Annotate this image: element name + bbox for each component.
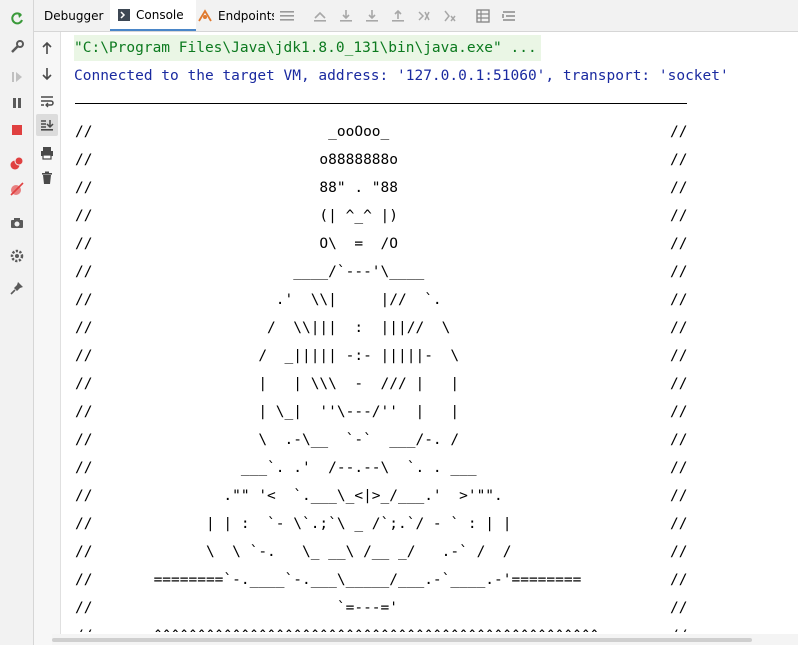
up-arrow-icon[interactable] xyxy=(36,37,58,59)
tab-console-label: Console xyxy=(136,7,184,22)
banner-right-comment: // xyxy=(670,432,688,448)
command-line: "C:\Program Files\Java\jdk1.8.0_131\bin\… xyxy=(74,35,541,61)
banner-art: / \\||| : |||// \ xyxy=(75,320,451,336)
banner-art: o8888888o xyxy=(75,152,399,168)
banner-right-comment: // xyxy=(670,376,688,392)
camera-icon[interactable] xyxy=(6,212,28,234)
banner-art: / _||||| -:- |||||- \ xyxy=(75,348,460,364)
banner-right-comment: // xyxy=(670,292,688,308)
console-icon xyxy=(118,8,130,21)
evaluate-icon[interactable] xyxy=(443,9,457,23)
tab-debugger[interactable]: Debugger xyxy=(34,0,110,31)
banner-art: O\ = /O xyxy=(75,236,399,252)
step-into-icon[interactable] xyxy=(365,9,379,23)
stop-icon[interactable] xyxy=(6,119,28,141)
threads-icon[interactable] xyxy=(502,9,516,23)
banner-art: (| ^_^ |) xyxy=(75,208,399,224)
banner-right-comment: // xyxy=(670,208,688,224)
banner-right-comment: // xyxy=(670,124,688,140)
tab-endpoints[interactable]: Endpoints xyxy=(196,0,274,31)
banner-art: ____/`---'\____ xyxy=(75,264,425,280)
banner-art: ___`. .' /--.--\ `. . ___ xyxy=(75,460,477,476)
banner-art: ========`-.____`-.___\_____/___.-`____.-… xyxy=(75,572,582,588)
endpoints-icon xyxy=(198,8,212,23)
banner-art: \ \ `-. \_ __\ /__ _/ .-` / / xyxy=(75,544,512,560)
banner-right-comment: // xyxy=(670,180,688,196)
soft-wrap-icon[interactable] xyxy=(36,90,58,112)
banner-right-comment: // xyxy=(670,460,688,476)
banner-art: `=---=' xyxy=(75,600,399,616)
rerun-icon[interactable] xyxy=(6,8,28,30)
pin-icon[interactable] xyxy=(6,277,28,299)
banner-art: ^^^^^^^^^^^^^^^^^^^^^^^^^^^^^^^^^^^^^^^^… xyxy=(75,622,599,632)
banner-right-comment: // xyxy=(670,264,688,280)
banner-art: | | \\\ - /// | | xyxy=(75,376,460,392)
print-icon[interactable] xyxy=(36,142,58,164)
banner-right-comment: // xyxy=(670,516,688,532)
console-toolbar xyxy=(34,32,61,645)
banner-right-comment: // xyxy=(670,488,688,504)
tool-window-tabs: Debugger Console Endpoints xyxy=(34,0,798,32)
run-to-cursor-icon[interactable] xyxy=(417,9,431,23)
pause-icon[interactable] xyxy=(6,92,28,114)
tab-debugger-label: Debugger xyxy=(44,8,104,23)
trash-icon[interactable] xyxy=(36,167,58,189)
banner-right-comment: // xyxy=(670,600,688,616)
banner-art: ."" '< `.___\_<|>_/___.' >'"". xyxy=(75,488,503,504)
menu-icon[interactable] xyxy=(280,9,294,23)
debug-toolbar xyxy=(0,0,34,645)
banner-right-comment: // xyxy=(670,622,687,632)
gear-icon[interactable] xyxy=(6,245,28,267)
step-over-icon[interactable] xyxy=(339,9,353,23)
banner-right-comment: // xyxy=(670,404,688,420)
frames-icon[interactable] xyxy=(476,9,490,23)
banner-art: .' \\| |// `. xyxy=(75,292,442,308)
horizontal-scrollbar[interactable] xyxy=(52,634,798,645)
settings-icon[interactable] xyxy=(6,36,28,58)
banner-right-comment: // xyxy=(670,236,688,252)
banner-right-comment: // xyxy=(670,572,688,588)
banner-right-comment: // xyxy=(670,152,688,168)
separator-line xyxy=(75,103,687,104)
banner-right-comment: // xyxy=(670,544,688,560)
banner-right-comment: // xyxy=(670,348,688,364)
banner-art: 88" . "88 xyxy=(75,180,399,196)
banner-right-comment: // xyxy=(670,320,688,336)
banner-art: | \_| ''\---/'' | | xyxy=(75,404,460,420)
tab-console[interactable]: Console xyxy=(110,0,196,31)
banner-art: _ooOoo_ xyxy=(75,124,390,140)
console-output[interactable]: "C:\Program Files\Java\jdk1.8.0_131\bin\… xyxy=(61,32,798,632)
banner-art: | | : `- \`.;`\ _ /`;.`/ - ` : | | xyxy=(75,516,512,532)
connected-message: Connected to the target VM, address: '12… xyxy=(74,68,729,84)
step-out-icon[interactable] xyxy=(391,9,405,23)
view-breakpoints-icon[interactable] xyxy=(6,152,28,174)
show-execution-point-icon[interactable] xyxy=(313,9,327,23)
resume-icon[interactable] xyxy=(6,66,28,88)
scroll-to-end-icon[interactable] xyxy=(36,114,58,136)
tab-endpoints-label: Endpoints xyxy=(218,8,274,23)
scrollbar-thumb[interactable] xyxy=(52,638,752,642)
down-arrow-icon[interactable] xyxy=(36,63,58,85)
banner-art: \ .-\__ `-` ___/-. / xyxy=(75,432,460,448)
mute-breakpoints-icon[interactable] xyxy=(6,178,28,200)
